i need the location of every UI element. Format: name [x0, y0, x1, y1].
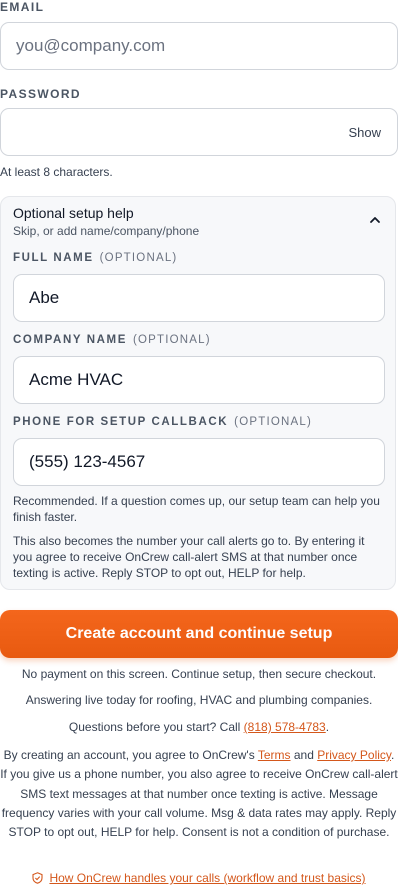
email-placeholder: you@company.com [16, 36, 166, 55]
live-note: Answering live today for roofing, HVAC a… [25, 693, 373, 707]
email-label: EMAIL [0, 0, 45, 14]
optional-setup-panel: Optional setup help Skip, or add name/co… [0, 196, 396, 590]
trust-link-row[interactable]: How OnCrew handles your calls (workflow … [0, 871, 398, 885]
password-label: PASSWORD [0, 87, 81, 101]
email-field[interactable]: you@company.com [0, 22, 398, 70]
company-name-input[interactable]: Acme HVAC [13, 356, 385, 404]
password-field[interactable]: Show [0, 108, 398, 156]
payment-note: No payment on this screen. Continue setu… [21, 667, 377, 681]
legal-text: By creating an account, you agree to OnC… [0, 748, 398, 840]
questions-note: Questions before you start? Call (818) 5… [68, 720, 330, 734]
trust-link[interactable]: How OnCrew handles your calls (workflow … [49, 871, 365, 885]
sms-consent-text: This also becomes the number your call a… [13, 534, 365, 580]
phone-input[interactable]: (555) 123-4567 [13, 438, 385, 486]
privacy-policy-link[interactable]: Privacy Policy [317, 748, 391, 762]
phone-link[interactable]: (818) 578-4783 [244, 720, 326, 734]
phone-label: PHONE FOR SETUP CALLBACK (OPTIONAL) [13, 416, 312, 428]
show-password-button[interactable]: Show [348, 125, 381, 140]
chevron-up-icon[interactable] [369, 215, 381, 225]
recommend-text: Recommended. If a question comes up, our… [13, 494, 380, 524]
full-name-label: FULL NAME (OPTIONAL) [13, 252, 178, 264]
shield-icon [32, 872, 43, 884]
company-name-label: COMPANY NAME (OPTIONAL) [13, 334, 211, 346]
password-hint: At least 8 characters. [0, 165, 113, 179]
full-name-input[interactable]: Abe [13, 274, 385, 322]
setup-help-title[interactable]: Optional setup help [13, 205, 134, 221]
setup-help-subtitle: Skip, or add name/company/phone [13, 224, 200, 238]
terms-link[interactable]: Terms [258, 748, 291, 762]
create-account-button[interactable]: Create account and continue setup [0, 610, 398, 658]
